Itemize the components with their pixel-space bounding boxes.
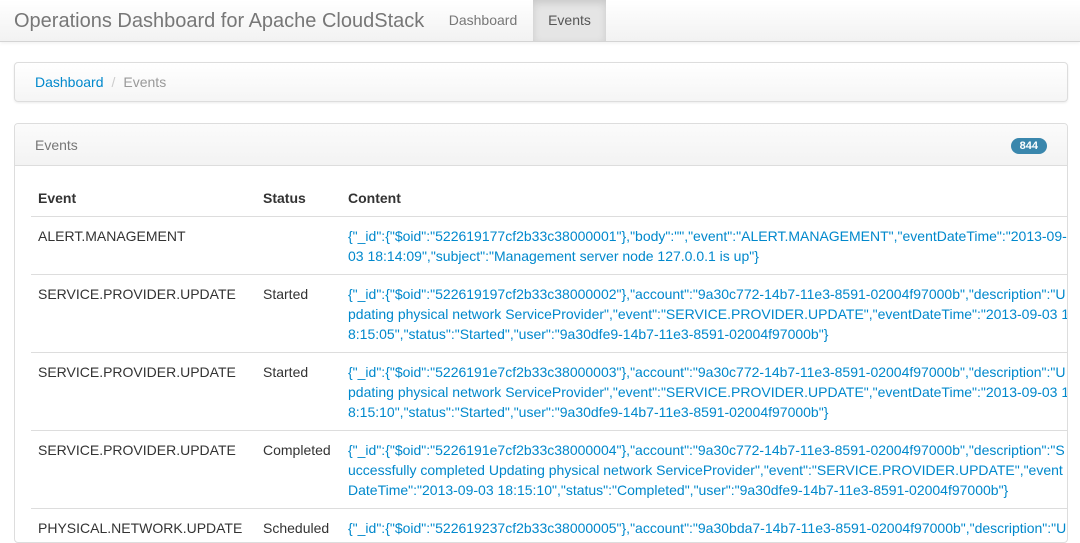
events-table-container[interactable]: Event Status Content ALERT.MANAGEMENT {"… <box>31 166 1068 543</box>
content-cell: {"_id":{"$oid":"5226191e7cf2b33c38000004… <box>341 431 1068 509</box>
event-cell: ALERT.MANAGEMENT <box>31 217 256 275</box>
table-row: PHYSICAL.NETWORK.UPDATE Scheduled {"_id"… <box>31 509 1068 543</box>
events-panel: Events 844 Event Status Content ALERT.MA… <box>14 123 1068 543</box>
content-link[interactable]: {"_id":{"$oid":"522619197cf2b33c38000002… <box>348 286 1068 342</box>
status-cell: Started <box>256 353 341 431</box>
event-cell: SERVICE.PROVIDER.UPDATE <box>31 431 256 509</box>
content-cell: {"_id":{"$oid":"522619197cf2b33c38000002… <box>341 275 1068 353</box>
content-link[interactable]: {"_id":{"$oid":"5226191e7cf2b33c38000003… <box>348 364 1068 420</box>
content-cell: {"_id":{"$oid":"522619237cf2b33c38000005… <box>341 509 1068 543</box>
table-header-row: Event Status Content <box>31 166 1068 217</box>
status-cell: Started <box>256 275 341 353</box>
panel-heading: Events 844 <box>15 124 1067 166</box>
status-cell <box>256 217 341 275</box>
navbar: Operations Dashboard for Apache CloudSta… <box>0 0 1080 42</box>
table-row: SERVICE.PROVIDER.UPDATE Started {"_id":{… <box>31 353 1068 431</box>
table-row: ALERT.MANAGEMENT {"_id":{"$oid":"5226191… <box>31 217 1068 275</box>
content-cell: {"_id":{"$oid":"5226191e7cf2b33c38000003… <box>341 353 1068 431</box>
content-cell: {"_id":{"$oid":"522619177cf2b33c38000001… <box>341 217 1068 275</box>
event-cell: SERVICE.PROVIDER.UPDATE <box>31 353 256 431</box>
events-table: Event Status Content ALERT.MANAGEMENT {"… <box>31 166 1068 543</box>
brand-title[interactable]: Operations Dashboard for Apache CloudSta… <box>14 9 424 33</box>
table-row: SERVICE.PROVIDER.UPDATE Started {"_id":{… <box>31 275 1068 353</box>
breadcrumb-current: Events <box>123 74 166 90</box>
column-header-event: Event <box>31 166 256 217</box>
breadcrumb-separator: / <box>104 74 124 90</box>
event-count-badge: 844 <box>1011 138 1047 154</box>
event-cell: SERVICE.PROVIDER.UPDATE <box>31 275 256 353</box>
event-cell: PHYSICAL.NETWORK.UPDATE <box>31 509 256 543</box>
content-link[interactable]: {"_id":{"$oid":"5226191e7cf2b33c38000004… <box>348 442 1065 498</box>
status-cell: Scheduled <box>256 509 341 543</box>
table-row: SERVICE.PROVIDER.UPDATE Completed {"_id"… <box>31 431 1068 509</box>
column-header-status: Status <box>256 166 341 217</box>
breadcrumb: Dashboard/Events <box>14 62 1068 102</box>
content-link[interactable]: {"_id":{"$oid":"522619237cf2b33c38000005… <box>348 520 1066 543</box>
column-header-content: Content <box>341 166 1068 217</box>
nav-tab-events[interactable]: Events <box>533 0 606 41</box>
nav-tab-dashboard[interactable]: Dashboard <box>433 0 533 41</box>
breadcrumb-link-dashboard[interactable]: Dashboard <box>35 74 104 90</box>
status-cell: Completed <box>256 431 341 509</box>
panel-title: Events <box>35 136 78 154</box>
content-link[interactable]: {"_id":{"$oid":"522619177cf2b33c38000001… <box>348 228 1067 264</box>
